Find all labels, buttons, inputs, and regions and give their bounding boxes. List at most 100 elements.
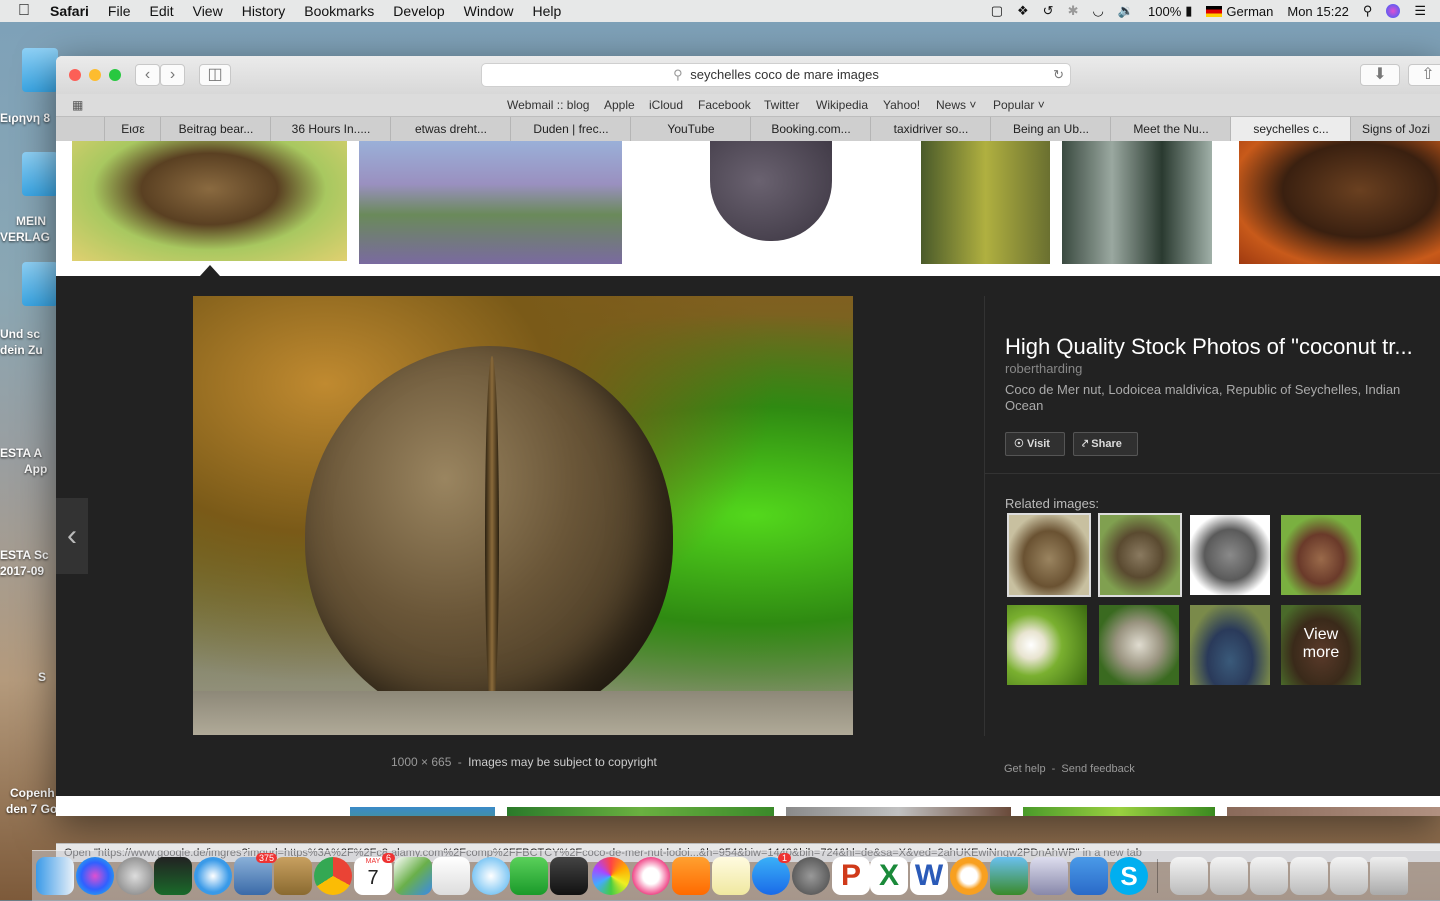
bluetooth-icon[interactable]: ✱ <box>1068 3 1079 19</box>
time-machine-icon[interactable]: ↺ <box>1043 3 1054 19</box>
main-preview-image[interactable] <box>193 296 853 735</box>
wifi-icon[interactable]: ◡ <box>1092 3 1103 19</box>
related-image[interactable] <box>1098 513 1182 597</box>
facetime-icon[interactable] <box>510 857 548 895</box>
tab[interactable]: 36 Hours In..... <box>270 117 391 141</box>
menu-develop[interactable]: Develop <box>393 3 444 19</box>
notes-icon[interactable] <box>712 857 750 895</box>
back-button[interactable]: ‹ <box>135 64 160 86</box>
notification-center-icon[interactable]: ☰ <box>1414 3 1426 19</box>
previous-image-button[interactable]: ‹ <box>56 498 88 574</box>
image-result-thumbnail[interactable] <box>72 141 347 261</box>
grid-icon[interactable]: ▦ <box>72 98 83 112</box>
dropbox-icon[interactable]: ❖ <box>1017 3 1029 19</box>
image-result-thumbnail[interactable] <box>1227 807 1440 816</box>
image-result-thumbnail[interactable] <box>350 807 495 816</box>
related-image[interactable] <box>1007 513 1091 597</box>
menu-bookmarks[interactable]: Bookmarks <box>304 3 374 19</box>
preview-source[interactable]: robertharding <box>1005 361 1082 376</box>
tab[interactable]: Signs of Jozi <box>1350 117 1440 141</box>
share-button[interactable]: ⇧ <box>1408 64 1440 86</box>
close-button[interactable] <box>69 69 81 81</box>
tab[interactable]: Being an Ub... <box>990 117 1111 141</box>
tab[interactable]: Εισε <box>104 117 161 141</box>
related-image[interactable] <box>1099 605 1179 685</box>
contacts-icon[interactable] <box>274 857 312 895</box>
books-icon[interactable] <box>672 857 710 895</box>
maps-icon[interactable] <box>394 857 432 895</box>
photos-icon[interactable] <box>592 857 630 895</box>
spotlight-icon[interactable]: ⚲ <box>1363 3 1373 19</box>
image-result-thumbnail[interactable] <box>359 141 622 264</box>
menu-window[interactable]: Window <box>464 3 514 19</box>
launchpad-icon[interactable] <box>116 857 154 895</box>
document-icon[interactable] <box>1290 857 1328 895</box>
tab[interactable]: Meet the Nu... <box>1110 117 1231 141</box>
battery-percent[interactable]: 100% <box>1148 4 1181 19</box>
tab[interactable]: Booking.com... <box>750 117 871 141</box>
favorite-link[interactable]: Twitter <box>764 98 799 112</box>
safari-icon[interactable] <box>194 857 232 895</box>
outlook-icon[interactable] <box>950 857 988 895</box>
favorite-link[interactable]: Yahoo! <box>883 98 920 112</box>
favorite-link[interactable]: Facebook <box>698 98 751 112</box>
document-icon[interactable] <box>1210 857 1248 895</box>
related-image[interactable] <box>1190 605 1270 685</box>
reminders-icon[interactable] <box>432 857 470 895</box>
image-result-thumbnail[interactable] <box>507 807 774 816</box>
tab-active[interactable]: seychelles c... <box>1230 117 1351 141</box>
music-icon[interactable] <box>632 857 670 895</box>
notification-icon[interactable]: ▢ <box>991 3 1003 19</box>
word-icon[interactable]: W <box>910 857 948 895</box>
favorite-link[interactable]: Apple <box>604 98 635 112</box>
tab[interactable]: Duden | frec... <box>510 117 631 141</box>
excel-icon[interactable]: X <box>870 857 908 895</box>
menu-file[interactable]: File <box>108 3 131 19</box>
siri-icon[interactable] <box>1386 4 1401 18</box>
forward-button[interactable]: › <box>160 64 185 86</box>
finder-icon[interactable] <box>36 857 74 895</box>
folder-icon[interactable] <box>22 48 58 92</box>
tab[interactable]: etwas dreht... <box>390 117 511 141</box>
image-result-thumbnail[interactable] <box>1023 807 1215 816</box>
related-image[interactable] <box>1007 605 1087 685</box>
menu-view[interactable]: View <box>193 3 223 19</box>
preview-icon[interactable] <box>1030 857 1068 895</box>
image-result-thumbnail[interactable] <box>1062 141 1212 264</box>
minimize-button[interactable] <box>89 69 101 81</box>
photo-booth-icon[interactable] <box>550 857 588 895</box>
image-result-thumbnail[interactable] <box>626 141 916 261</box>
mail-icon[interactable]: 375 <box>234 853 278 895</box>
calendar-icon[interactable]: MAY 7 6 <box>354 853 396 895</box>
image-result-thumbnail[interactable] <box>1239 141 1440 264</box>
related-image[interactable] <box>1281 515 1361 595</box>
zoom-button[interactable] <box>109 69 121 81</box>
favorite-folder-popular[interactable]: Popular ˅ <box>993 98 1045 112</box>
preview-title[interactable]: High Quality Stock Photos of "coconut tr… <box>1005 334 1425 360</box>
tab[interactable]: Beitrag bear... <box>160 117 271 141</box>
menu-history[interactable]: History <box>242 3 286 19</box>
menu-app-name[interactable]: Safari <box>50 3 89 19</box>
share-link-button[interactable]: ⤤ Share <box>1073 432 1138 456</box>
favorite-link[interactable]: iCloud <box>649 98 683 112</box>
favorite-link[interactable]: Webmail :: blog <box>507 98 589 112</box>
vpn-icon[interactable] <box>990 857 1028 895</box>
favorite-link[interactable]: Wikipedia <box>816 98 868 112</box>
input-language[interactable]: German <box>1226 4 1273 19</box>
reload-icon[interactable]: ↻ <box>1053 64 1064 86</box>
trash-icon[interactable] <box>1370 857 1408 895</box>
sidebar-button[interactable]: ◫ <box>199 64 231 86</box>
document-icon[interactable] <box>1170 857 1208 895</box>
app-store-icon[interactable]: 1 <box>752 853 792 895</box>
favorite-folder-news[interactable]: News ˅ <box>936 98 976 112</box>
skype-icon[interactable]: S <box>1110 857 1148 895</box>
address-bar[interactable]: ⚲ seychelles coco de mare images ↻ <box>481 63 1071 87</box>
document-icon[interactable] <box>1250 857 1288 895</box>
image-result-thumbnail[interactable] <box>921 141 1050 264</box>
folder-icon[interactable] <box>22 152 58 196</box>
tab[interactable]: taxidriver so... <box>870 117 991 141</box>
messages-icon[interactable] <box>472 857 510 895</box>
clock[interactable]: Mon 15:22 <box>1287 4 1348 19</box>
siri-icon[interactable] <box>76 857 114 895</box>
related-image[interactable] <box>1190 515 1270 595</box>
